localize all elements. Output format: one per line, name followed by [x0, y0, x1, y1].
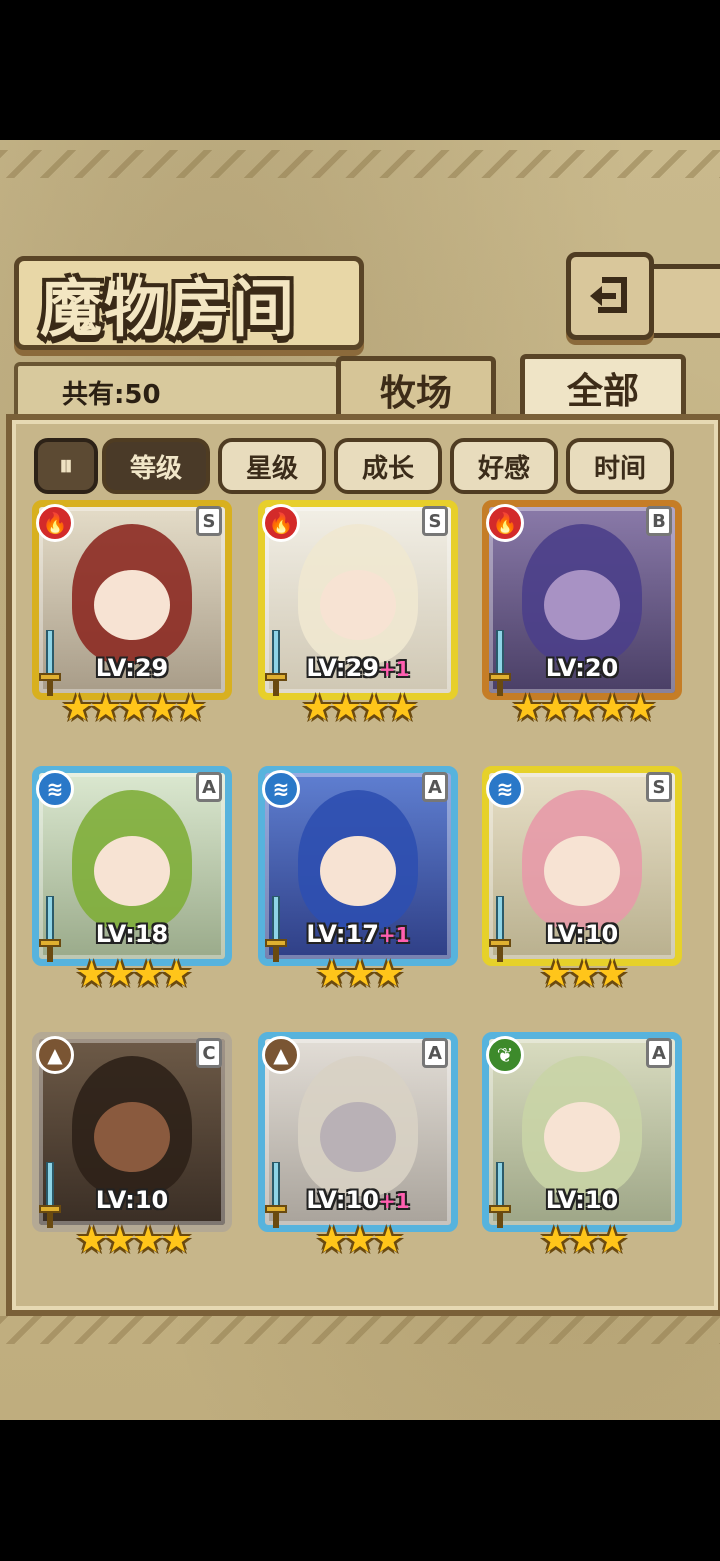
star-rating: ★★★	[539, 954, 629, 995]
bottom-border-decoration	[0, 1316, 720, 1344]
rank-badge: A	[422, 1038, 448, 1068]
level-label: LV:20	[545, 654, 619, 682]
star-rating: ★★★	[315, 954, 405, 995]
back-button[interactable]	[566, 252, 654, 340]
wood-element-icon: ❦	[486, 1036, 524, 1074]
level-label: LV:10+1	[306, 1186, 410, 1214]
rank-badge: A	[196, 772, 222, 802]
water-element-icon: ≋	[262, 770, 300, 808]
star-rating: ★★★	[315, 1220, 405, 1261]
monster-card[interactable]: 🔥 S LV:29 ★★★★★	[32, 500, 232, 736]
tab-all[interactable]: 全部	[520, 354, 686, 417]
water-element-icon: ≋	[486, 770, 524, 808]
monster-face	[94, 1102, 170, 1172]
monster-card[interactable]: ≋ A LV:18 ★★★★	[32, 766, 232, 1002]
page-title: 魔物房间	[40, 272, 297, 345]
monster-card[interactable]: 🔥 S LV:29+1 ★★★★	[258, 500, 458, 736]
monster-face	[320, 570, 396, 640]
monster-card[interactable]: ≋ A LV:17+1 ★★★	[258, 766, 458, 1002]
monster-face	[544, 1102, 620, 1172]
level-label: LV:18	[95, 920, 169, 948]
star-rating: ★★★★	[75, 954, 192, 995]
level-label: LV:10	[545, 1186, 619, 1214]
star-rating: ★★★★	[301, 688, 418, 729]
monster-face	[94, 836, 170, 906]
rank-badge: S	[196, 506, 222, 536]
sort-by-growth[interactable]: 成长	[334, 438, 442, 494]
monster-card[interactable]: ≋ S LV:10 ★★★	[482, 766, 682, 1002]
monster-face	[544, 836, 620, 906]
level-label: LV:29	[95, 654, 169, 682]
rank-badge: A	[422, 772, 448, 802]
rank-badge: A	[646, 1038, 672, 1068]
sort-by-affection[interactable]: 好感	[450, 438, 558, 494]
level-label: LV:10	[95, 1186, 169, 1214]
earth-element-icon: ▲	[262, 1036, 300, 1074]
star-rating: ★★★	[539, 1220, 629, 1261]
monster-face	[320, 836, 396, 906]
sort-order-toggle[interactable]: ⏸	[34, 438, 98, 494]
monster-card[interactable]: 🔥 B LV:20 ★★★★★	[482, 500, 682, 736]
monster-face	[94, 570, 170, 640]
star-rating: ★★★★★	[511, 688, 656, 729]
earth-element-icon: ▲	[36, 1036, 74, 1074]
tab-ranch[interactable]: 牧场	[336, 356, 496, 419]
sort-by-stars[interactable]: 星级	[218, 438, 326, 494]
monster-card[interactable]: ❦ A LV:10 ★★★	[482, 1032, 682, 1268]
monster-card[interactable]: ▲ C LV:10 ★★★★	[32, 1032, 232, 1268]
monster-count: 共有:50	[62, 380, 161, 410]
monster-card[interactable]: ▲ A LV:10+1 ★★★	[258, 1032, 458, 1268]
rank-badge: B	[646, 506, 672, 536]
level-label: LV:29+1	[306, 654, 410, 682]
back-arrow-icon	[590, 277, 627, 313]
sort-by-time[interactable]: 时间	[566, 438, 674, 494]
fire-element-icon: 🔥	[36, 504, 74, 542]
water-element-icon: ≋	[36, 770, 74, 808]
sort-by-level[interactable]: 等级	[102, 438, 210, 494]
sort-toggle-icon: ⏸	[58, 449, 73, 482]
level-label: LV:10	[545, 920, 619, 948]
fire-element-icon: 🔥	[262, 504, 300, 542]
fire-element-icon: 🔥	[486, 504, 524, 542]
rank-badge: C	[196, 1038, 222, 1068]
monster-face	[544, 570, 620, 640]
level-label: LV:17+1	[306, 920, 410, 948]
star-rating: ★★★★	[75, 1220, 192, 1261]
rank-badge: S	[422, 506, 448, 536]
rank-badge: S	[646, 772, 672, 802]
back-button-strip	[644, 264, 720, 338]
monster-face	[320, 1102, 396, 1172]
top-border-decoration	[0, 150, 720, 178]
star-rating: ★★★★★	[61, 688, 206, 729]
